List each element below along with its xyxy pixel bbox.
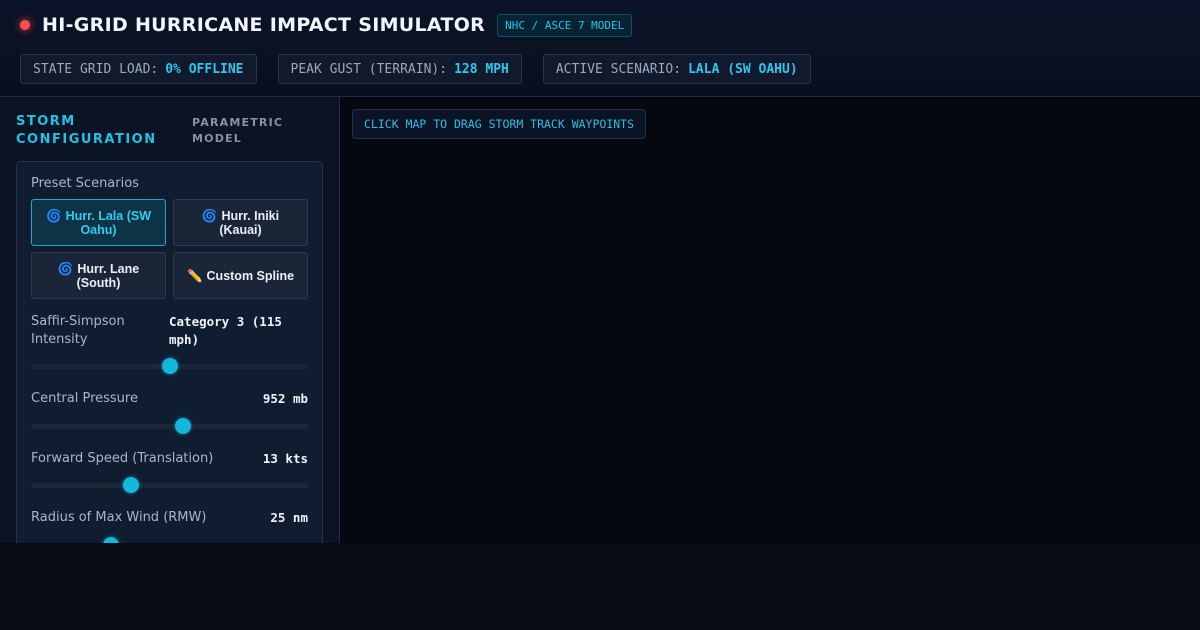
preset-label: Custom Spline [206,268,295,283]
preset-lane-button[interactable]: 🌀 Hurr. Lane (South) [31,252,166,299]
stats-row: STATE GRID LOAD: 0% OFFLINE PEAK GUST (T… [20,54,811,84]
preset-custom-spline-button[interactable]: ✏️ Custom Spline [173,252,308,299]
forward-speed-value: 13 kts [262,451,308,466]
pressure-slider-thumb[interactable] [175,418,192,434]
intensity-slider[interactable] [31,358,308,374]
stat-grid-load: STATE GRID LOAD: 0% OFFLINE [20,54,257,84]
pencil-icon: ✏️ [186,268,203,283]
preset-iniki-button[interactable]: 🌀 Hurr. Iniki (Kauai) [173,199,308,246]
model-badge: NHC / ASCE 7 MODEL [497,13,633,37]
intensity-label: Saffir-Simpson Intensity [31,314,125,347]
rmw-value: 25 nm [270,510,308,525]
preset-lala-button[interactable]: 🌀 Hurr. Lala (SW Oahu) [31,199,166,246]
preset-label: Hurr. Lane (South) [76,261,140,290]
cyclone-icon: 🌀 [57,261,74,276]
stat-value: 128 MPH [454,61,509,77]
cyclone-icon: 🌀 [201,208,218,223]
title-row: HI-GRID HURRICANE IMPACT SIMULATOR NHC /… [20,12,633,38]
status-indicator-icon [20,20,30,30]
stat-value: 0% OFFLINE [165,61,244,77]
app-title: HI-GRID HURRICANE IMPACT SIMULATOR [42,14,486,36]
forward-speed-slider[interactable] [31,477,308,493]
sidebar-subtitle: PARAMETRIC MODEL [192,116,284,145]
bottom-strip [0,543,1200,630]
stat-label: ACTIVE SCENARIO: [555,61,682,77]
rmw-label: Radius of Max Wind (RMW) [31,510,207,525]
presets-label: Preset Scenarios [31,176,139,191]
intensity-value: Category 3 (115 mph) [169,314,282,347]
map-hint: CLICK MAP TO DRAG STORM TRACK WAYPOINTS [352,109,647,139]
stat-active-scenario: ACTIVE SCENARIO: LALA (SW OAHU) [542,54,811,84]
pressure-value: 952 mb [262,391,308,406]
app-header: HI-GRID HURRICANE IMPACT SIMULATOR NHC /… [0,0,1200,97]
forward-speed-label: Forward Speed (Translation) [31,451,214,466]
pressure-label: Central Pressure [31,391,138,406]
forward-speed-slider-thumb[interactable] [122,477,139,493]
config-sidebar: STORM CONFIGURATION PARAMETRIC MODEL Pre… [0,97,340,543]
pressure-slider[interactable] [31,418,308,434]
stat-value: LALA (SW OAHU) [688,61,798,77]
preset-label: Hurr. Iniki (Kauai) [219,208,280,237]
preset-label: Hurr. Lala (SW Oahu) [65,208,151,237]
cyclone-icon: 🌀 [45,208,62,223]
stat-peak-gust: PEAK GUST (TERRAIN): 128 MPH [277,54,522,84]
intensity-slider-thumb[interactable] [161,358,178,374]
storm-map[interactable]: CLICK MAP TO DRAG STORM TRACK WAYPOINTS [340,97,1200,543]
sidebar-title: STORM CONFIGURATION [16,114,157,147]
config-card: Preset Scenarios 🌀 Hurr. Lala (SW Oahu) 🌀… [16,161,323,543]
stat-label: PEAK GUST (TERRAIN): [290,61,448,77]
stat-label: STATE GRID LOAD: [33,61,159,77]
